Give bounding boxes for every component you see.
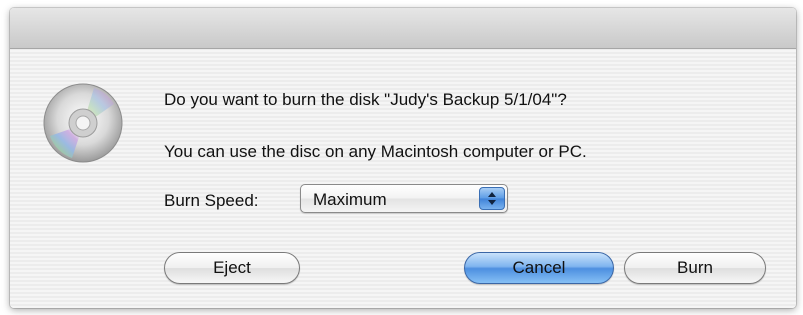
burn-speed-label: Burn Speed: [164,191,259,210]
cd-disc-icon [42,82,124,164]
burn-speed-value: Maximum [313,190,387,209]
dialog-titlebar[interactable] [10,8,796,49]
cancel-button[interactable]: Cancel [464,252,614,284]
burn-button[interactable]: Burn [624,252,766,284]
burn-disc-dialog: Do you want to burn the disk "Judy's Bac… [10,8,796,308]
burn-question-text: Do you want to burn the disk "Judy's Bac… [164,90,567,109]
burn-info-text: You can use the disc on any Macintosh co… [164,142,587,161]
burn-speed-popup[interactable]: Maximum [300,184,508,213]
eject-button[interactable]: Eject [164,252,300,284]
popup-arrows-icon [479,187,505,210]
